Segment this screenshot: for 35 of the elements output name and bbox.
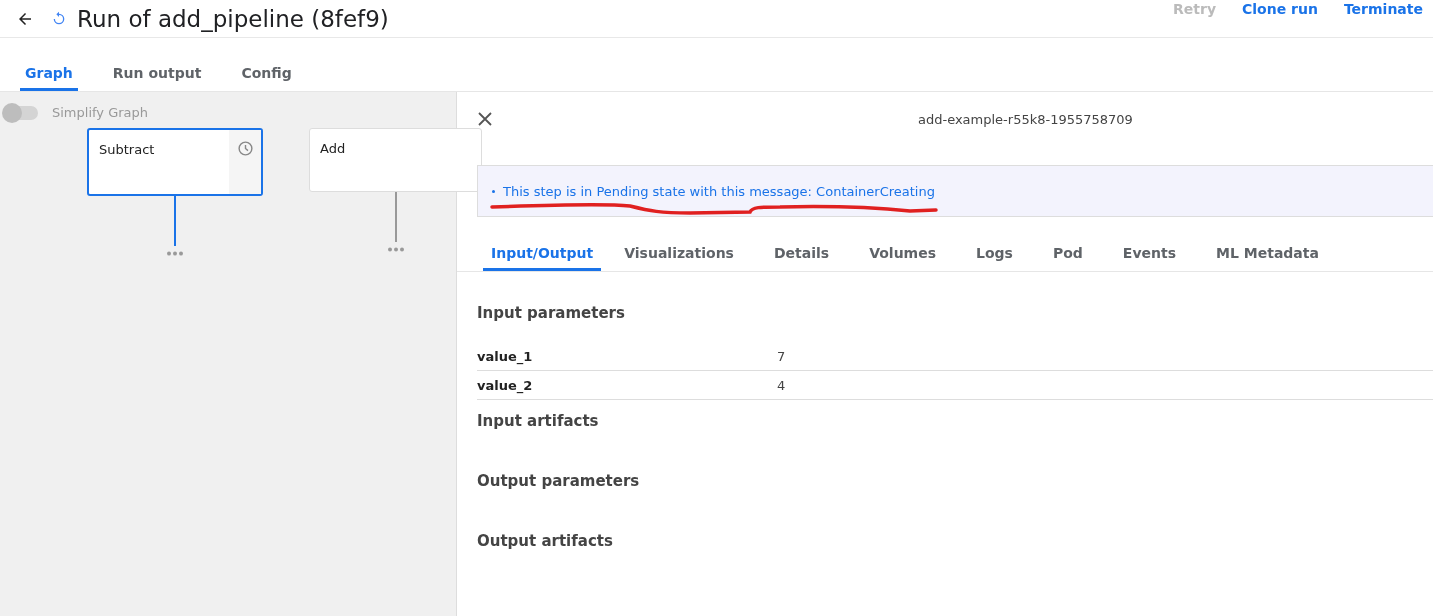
simplify-toggle[interactable] [4,105,38,120]
toolbar-action-button[interactable]: Terminate [1343,1,1423,17]
graph-node[interactable]: Subtract [87,128,263,196]
step-title: add-example-r55k8-1955758709 [918,111,1133,127]
tab[interactable]: Logs [959,241,1030,271]
section-heading: Input parameters [477,304,626,324]
parameter-value: 4 [777,377,786,393]
tab[interactable]: Events [1105,241,1194,271]
tab[interactable]: Visualizations [607,241,751,271]
tab[interactable]: Run output [95,65,219,91]
tab[interactable]: Volumes [852,241,954,271]
tab[interactable]: ML Metadata [1199,241,1336,271]
parameter-value: 7 [777,348,786,364]
bullet-icon [492,189,495,193]
status-message: This step is in Pending state with this message: ContainerCreating [503,183,935,199]
parameter-name: value_1 [477,348,534,364]
section-heading: Input artifacts [477,411,600,432]
connector-line [394,192,397,242]
graph-node[interactable]: Add [309,128,482,192]
status-pending-icon [51,10,67,27]
tab[interactable]: Input/Output [483,241,602,271]
more-dots-icon[interactable] [386,247,405,252]
tab[interactable]: Pod [1035,241,1100,271]
page-title: Run of add_pipeline (8fef9) [77,5,389,32]
toolbar-action-button[interactable]: Clone run [1242,1,1318,17]
toggle-label: Simplify Graph [52,105,149,120]
section-heading: Output artifacts [477,531,614,552]
parameter-name: value_2 [477,377,534,393]
clock-icon [236,140,254,157]
close-icon[interactable] [477,111,493,127]
connector-line [174,196,176,246]
more-dots-icon[interactable] [166,251,184,256]
tab[interactable]: Details [756,241,847,271]
section-heading: Output parameters [477,471,641,492]
tab[interactable]: Config [224,65,309,91]
